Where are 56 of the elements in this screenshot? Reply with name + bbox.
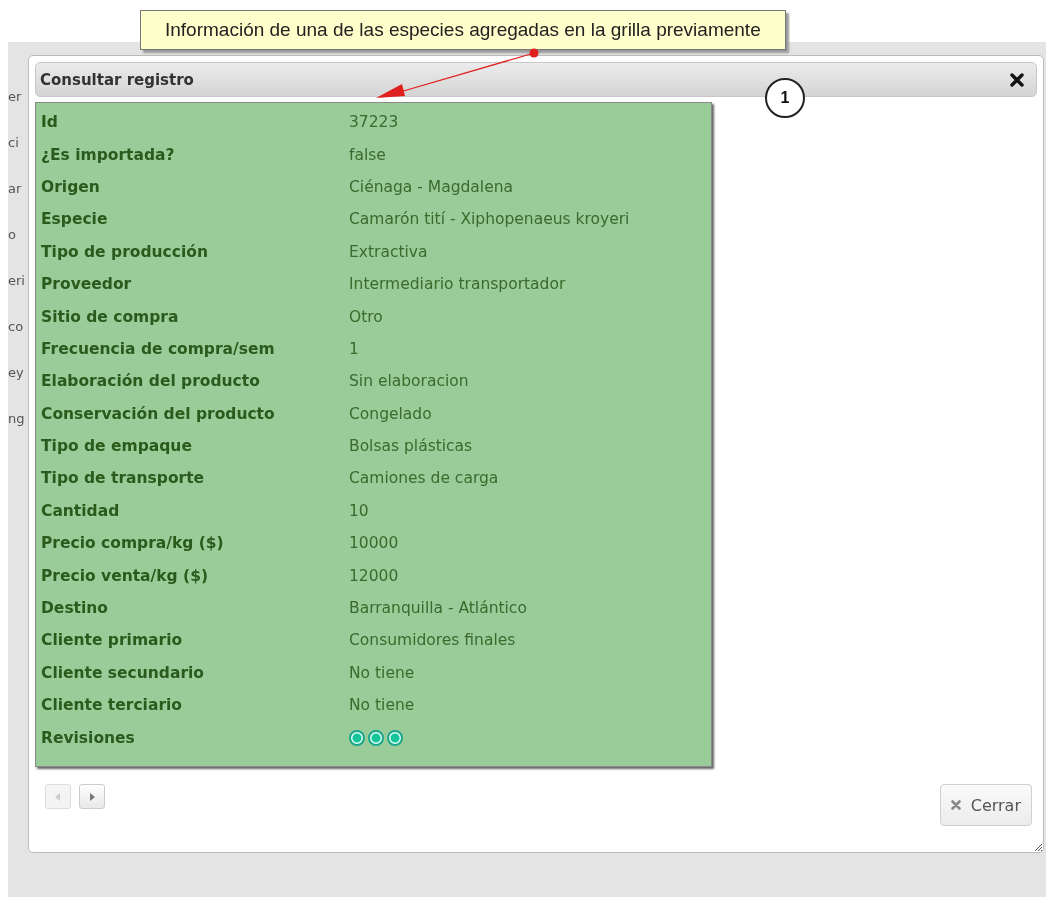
background-text: o bbox=[8, 226, 16, 244]
field-label: Cliente secundario bbox=[41, 663, 206, 682]
background-text: ng bbox=[8, 410, 25, 428]
field-label: Cantidad bbox=[41, 501, 121, 520]
field-label: ¿Es importada? bbox=[41, 145, 176, 164]
field-value: Bolsas plásticas bbox=[349, 437, 473, 456]
close-icon bbox=[950, 800, 961, 810]
field-label: Cliente primario bbox=[41, 631, 184, 650]
field-label: Tipo de producción bbox=[41, 242, 209, 261]
background-text: ey bbox=[8, 364, 24, 382]
field-label: Tipo de empaque bbox=[41, 437, 193, 456]
field-label: Conservación del producto bbox=[41, 404, 276, 423]
field-value: 37223 bbox=[349, 113, 399, 132]
field-value: Intermediario transportador bbox=[349, 275, 566, 294]
field-label: Id bbox=[41, 113, 59, 132]
field-label: Precio compra/kg ($) bbox=[41, 534, 225, 553]
field-value: Camarón tití - Xiphopenaeus kroyeri bbox=[349, 210, 630, 229]
right-triangle-icon bbox=[89, 792, 95, 801]
background-text: ci bbox=[8, 134, 19, 152]
field-label: Tipo de transporte bbox=[41, 469, 206, 488]
field-value: Consumidores finales bbox=[349, 631, 516, 650]
field-label: Origen bbox=[41, 177, 101, 196]
field-value: No tiene bbox=[349, 696, 415, 715]
field-value: No tiene bbox=[349, 663, 415, 682]
field-value: Extractiva bbox=[349, 242, 428, 261]
field-value: Barranquilla - Atlántico bbox=[349, 599, 527, 618]
field-label: Cliente terciario bbox=[41, 696, 183, 715]
field-value: Camiones de carga bbox=[349, 469, 499, 488]
field-value: Ciénaga - Magdalena bbox=[349, 177, 513, 196]
field-label: Sitio de compra bbox=[41, 307, 180, 326]
field-value: 10 bbox=[349, 501, 369, 520]
field-value: 1 bbox=[349, 339, 359, 358]
field-label: Revisiones bbox=[41, 728, 136, 747]
field-label: Especie bbox=[41, 210, 109, 229]
left-triangle-icon bbox=[55, 792, 61, 801]
field-value: Otro bbox=[349, 307, 383, 326]
field-label: Frecuencia de compra/sem bbox=[41, 339, 276, 358]
background-text: eri bbox=[8, 272, 25, 290]
field-label: Proveedor bbox=[41, 275, 133, 294]
field-value: Sin elaboracion bbox=[349, 372, 469, 391]
field-value: 12000 bbox=[349, 566, 399, 585]
next-button[interactable] bbox=[79, 784, 105, 809]
dialog-title: Consultar registro bbox=[40, 70, 194, 89]
field-label: Elaboración del producto bbox=[41, 372, 261, 391]
background-text: er bbox=[8, 88, 22, 106]
field-label: Destino bbox=[41, 599, 109, 618]
field-label: Precio venta/kg ($) bbox=[41, 566, 209, 585]
close-button[interactable]: Cerrar bbox=[939, 784, 1032, 826]
field-value: Congelado bbox=[349, 404, 432, 423]
resize-grip-icon[interactable] bbox=[1034, 843, 1042, 851]
field-value: 10000 bbox=[349, 534, 399, 553]
background-text: co bbox=[8, 318, 24, 336]
close-icon[interactable] bbox=[1010, 72, 1024, 87]
background-text: ar bbox=[8, 180, 22, 198]
field-value: false bbox=[349, 145, 386, 164]
callout-note: Información de una de las especies agregadas en la grilla previamente bbox=[140, 10, 786, 50]
